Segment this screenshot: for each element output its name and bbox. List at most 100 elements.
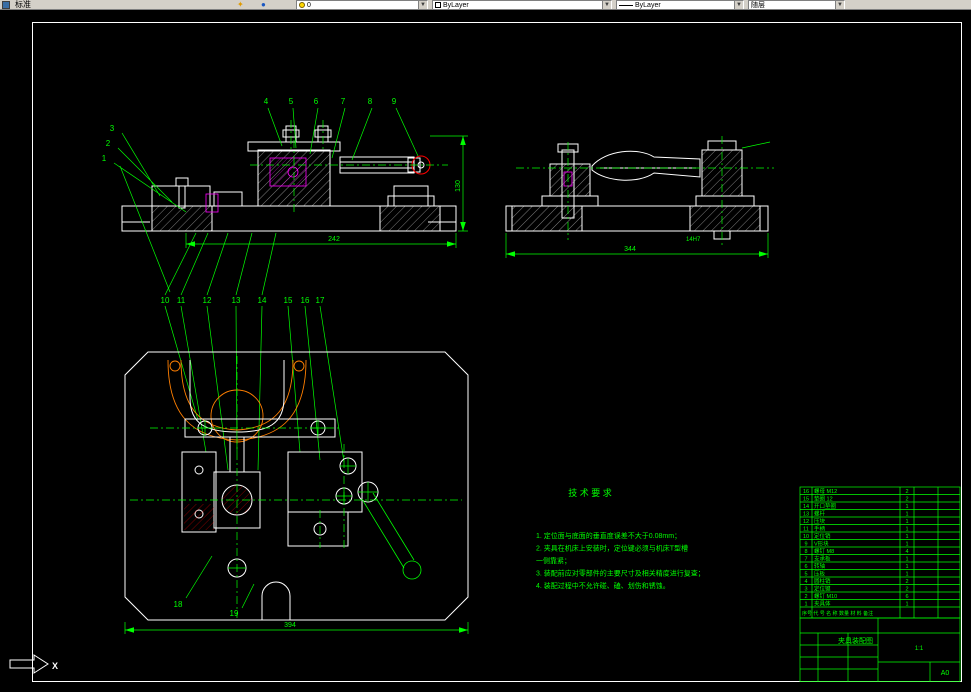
red-hatch-area — [184, 504, 214, 530]
balloon-labels-front: 4 5 6 7 8 9 3 2 1 — [102, 97, 397, 163]
clamp-lever — [361, 492, 422, 580]
app-icon — [2, 1, 10, 9]
bom-qty: 1 — [905, 557, 908, 563]
sphere-icon[interactable]: ● — [261, 0, 266, 9]
balloon-label: 13 — [232, 296, 241, 305]
plan-view — [124, 351, 469, 621]
bom-table: 16 螺母 M12 2 15 垫圈 12 2 14 开口垫圈 1 13 螺杆 1 12 压块 1 1… — [799, 486, 961, 619]
balloon-label: 15 — [284, 296, 293, 305]
balloon-label: 6 — [314, 97, 319, 106]
bom-qty: 2 — [905, 489, 908, 495]
title-block: 夹具装配图 1:1 A0 — [799, 617, 961, 682]
bom-qty: 1 — [905, 564, 908, 570]
bom-num: 16 — [803, 489, 809, 495]
bom-qty: 2 — [905, 587, 908, 593]
bom-qty: 6 — [905, 594, 908, 600]
bom-qty: 1 — [905, 542, 908, 548]
balloon-label: 8 — [368, 97, 373, 106]
bom-num: 1 — [804, 602, 807, 608]
color-combo[interactable]: ByLayer ▼ — [432, 0, 612, 9]
star-icon[interactable]: ✦ — [237, 0, 244, 9]
bom-desc: 手柄 — [814, 525, 826, 533]
color-swatch-icon — [435, 2, 441, 8]
bom-num: 6 — [804, 564, 807, 570]
bom-num: 7 — [804, 557, 807, 563]
balloon-label: 5 — [289, 97, 294, 106]
dim-text: 242 — [328, 236, 340, 243]
bom-qty: 1 — [905, 512, 908, 518]
tech-requirement-line: 2. 夹具在机床上安装时，定位键必须与机床T型槽 — [536, 544, 688, 553]
balloon-label: 14 — [258, 296, 267, 305]
bom-desc: 定位销 — [814, 532, 831, 540]
balloon-leaders-middle — [164, 305, 345, 471]
front-view — [113, 107, 457, 296]
bom-desc: 螺钉 M10 — [814, 592, 837, 600]
lineweight-combo-value: 随层 — [751, 1, 765, 9]
tech-requirement-line: 3. 装配前应对零部件的主要尺寸及相关精度进行复查； — [536, 569, 705, 578]
bom-num: 13 — [803, 512, 809, 518]
tech-requirements-title: 技 术 要 求 — [568, 487, 612, 498]
bom-desc: 压板 — [814, 570, 826, 578]
bom-desc: 垫圈 12 — [814, 495, 833, 503]
drawing-title: 夹具装配图 — [838, 636, 873, 645]
ucs-x-label: X — [52, 661, 58, 671]
layer-state-icon — [299, 2, 305, 8]
bom-qty: 1 — [905, 602, 908, 608]
drawing-canvas[interactable]: 4 5 6 7 8 9 3 2 1 242 130 14H7 344 10 11… — [0, 10, 971, 692]
bom-desc: 螺杆 — [814, 510, 826, 518]
bom-desc: 支承板 — [814, 555, 831, 563]
dimension-plan-width: 394 — [124, 622, 469, 634]
tech-requirement-line: 4. 装配过程中不允许碰、磕、划伤和锈蚀。 — [536, 581, 670, 590]
bom-num: 4 — [804, 579, 807, 585]
bom-qty: 1 — [905, 504, 908, 510]
bom-desc: 夹具体 — [814, 600, 831, 608]
cad-window: 标准 ✦ ● 0 ▼ ByLayer ▼ ByLayer ▼ 随层 ▼ 4 5 … — [0, 0, 971, 692]
balloon-label: 3 — [110, 124, 115, 133]
bom-qty: 1 — [905, 572, 908, 578]
balloon-label: 7 — [341, 97, 346, 106]
bom-qty: 1 — [905, 519, 908, 525]
balloon-label: 4 — [264, 97, 269, 106]
bom-num: 8 — [804, 549, 807, 555]
dim-text: 344 — [624, 246, 636, 253]
bom-desc: V形块 — [814, 540, 829, 548]
sheet-size: A0 — [941, 670, 950, 677]
bom-num: 15 — [803, 497, 809, 503]
layer-combo-value: 0 — [307, 1, 311, 9]
linetype-combo[interactable]: ByLayer ▼ — [616, 0, 744, 9]
bom-desc: 螺母 M12 — [814, 487, 837, 495]
bom-desc: 压块 — [814, 517, 826, 525]
bom-desc: 螺钉 M8 — [814, 547, 834, 555]
bom-num: 9 — [804, 542, 807, 548]
tech-requirements: 技 术 要 求 1. 定位面与底面的垂直度误差不大于0.08mm； 2. 夹具在… — [536, 487, 705, 590]
layer-combo[interactable]: 0 ▼ — [296, 0, 428, 9]
bom-desc: 圆柱销 — [814, 577, 831, 585]
balloon-label: 11 — [177, 296, 186, 305]
bom-qty: 1 — [905, 534, 908, 540]
balloon-label: 1 — [102, 154, 107, 163]
bom-num: 5 — [804, 572, 807, 578]
balloon-label: 18 — [174, 600, 183, 609]
balloon-labels-bottom: 18 19 — [174, 600, 239, 618]
bom-num: 12 — [803, 519, 809, 525]
main-toolbar: 标准 ✦ ● 0 ▼ ByLayer ▼ ByLayer ▼ 随层 ▼ — [0, 0, 971, 10]
balloon-label: 19 — [230, 609, 239, 618]
tech-requirement-line: 1. 定位面与底面的垂直度误差不大于0.08mm； — [536, 531, 681, 540]
balloon-label: 10 — [161, 296, 170, 305]
toolbar-title: 标准 — [15, 0, 31, 9]
balloon-label: 2 — [106, 139, 111, 148]
dimension-side-width: 344 — [505, 233, 769, 258]
chevron-down-icon: ▼ — [835, 1, 844, 9]
lineweight-combo[interactable]: 随层 ▼ — [748, 0, 845, 9]
dimension-front-width: 242 — [185, 233, 457, 248]
chevron-down-icon: ▼ — [602, 1, 611, 9]
color-combo-value: ByLayer — [443, 1, 469, 9]
bom-num: 3 — [804, 587, 807, 593]
bom-desc: 开口垫圈 — [814, 502, 837, 510]
dim-text: 394 — [284, 622, 296, 629]
balloon-label: 16 — [301, 296, 310, 305]
bom-header: 序号 代 号 名 称 数量 材 料 备注 — [802, 610, 873, 617]
bom-qty: 2 — [905, 497, 908, 503]
balloon-label: 17 — [316, 296, 325, 305]
bom-qty: 2 — [905, 579, 908, 585]
